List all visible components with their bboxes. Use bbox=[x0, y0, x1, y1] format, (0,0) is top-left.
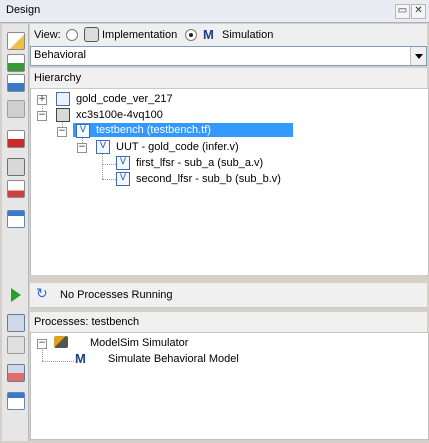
tree-item-project[interactable]: + gold_code_ver_217 bbox=[31, 91, 427, 107]
modelsim-m-icon: M bbox=[75, 351, 86, 366]
view-label: View: bbox=[34, 29, 61, 41]
collapse-icon[interactable]: − bbox=[37, 111, 47, 121]
expand-icon[interactable]: + bbox=[37, 95, 47, 105]
verilog-file-icon: V bbox=[96, 140, 110, 154]
refresh-icon: ↻ bbox=[36, 285, 48, 301]
view-html-icon[interactable] bbox=[7, 180, 25, 198]
close-icon[interactable]: ✕ bbox=[411, 4, 426, 19]
simulation-label[interactable]: Simulation bbox=[222, 29, 273, 41]
hierarchy-view-icon[interactable] bbox=[7, 100, 25, 118]
tree-item-label: xc3s100e-4vq100 bbox=[76, 109, 163, 121]
processes-header: Processes: testbench bbox=[30, 312, 427, 333]
run-icon[interactable] bbox=[11, 288, 21, 302]
panel-layout-icon[interactable] bbox=[7, 210, 25, 228]
stop-process-icon[interactable] bbox=[7, 364, 25, 382]
processes-title: Processes: testbench bbox=[34, 316, 140, 328]
simulation-radio[interactable] bbox=[185, 29, 197, 41]
verilog-file-icon: V bbox=[76, 124, 90, 138]
float-panel-icon[interactable]: ▭ bbox=[395, 4, 410, 19]
design-view-dropdown[interactable]: Behavioral bbox=[30, 46, 427, 66]
remove-source-icon[interactable] bbox=[7, 130, 25, 148]
rerun-icon[interactable] bbox=[7, 336, 25, 354]
panel-title-bar: Design ▭ ✕ bbox=[0, 0, 429, 23]
verilog-file-icon: V bbox=[116, 172, 130, 186]
process-status-text: No Processes Running bbox=[60, 289, 173, 301]
tree-item-first-lfsr[interactable]: V first_lfsr - sub_a (sub_a.v) bbox=[31, 155, 427, 171]
hierarchy-header: Hierarchy bbox=[30, 68, 427, 89]
modelsim-m-icon: M bbox=[203, 27, 214, 42]
tree-item-label: second_lfsr - sub_b (sub_b.v) bbox=[136, 173, 281, 185]
verilog-file-icon: V bbox=[116, 156, 130, 170]
process-item-modelsim[interactable]: − ModelSim Simulator bbox=[31, 335, 427, 351]
dropdown-button[interactable] bbox=[410, 47, 426, 65]
pane-splitter[interactable] bbox=[30, 275, 427, 281]
hierarchy-tree: + gold_code_ver_217 − xc3s100e-4vq100 − … bbox=[30, 89, 429, 276]
modelsim-tool-icon bbox=[54, 336, 68, 348]
tree-item-testbench[interactable]: − V testbench (testbench.tf) bbox=[31, 123, 427, 139]
hierarchy-title: Hierarchy bbox=[34, 72, 82, 84]
tree-item-uut[interactable]: − V UUT - gold_code (infer.v) bbox=[31, 139, 427, 155]
add-source-icon[interactable] bbox=[7, 54, 25, 72]
chevron-down-icon bbox=[415, 54, 423, 59]
tree-item-device[interactable]: − xc3s100e-4vq100 bbox=[31, 107, 427, 123]
add-copy-icon[interactable] bbox=[7, 74, 25, 92]
process-status-bar: ↻ No Processes Running bbox=[30, 283, 427, 308]
collapse-icon[interactable]: − bbox=[57, 127, 67, 137]
left-toolbar bbox=[2, 24, 29, 441]
process-item-label: Simulate Behavioral Model bbox=[108, 353, 239, 365]
implementation-label[interactable]: Implementation bbox=[102, 29, 177, 41]
collapse-icon[interactable]: − bbox=[37, 339, 47, 349]
process-item-label: ModelSim Simulator bbox=[90, 337, 189, 349]
project-icon bbox=[56, 92, 70, 106]
new-source-icon[interactable] bbox=[7, 32, 25, 50]
panel-title: Design bbox=[6, 4, 41, 16]
process-hierarchy-icon[interactable] bbox=[7, 314, 25, 332]
implementation-radio[interactable] bbox=[66, 29, 78, 41]
collapse-icon[interactable]: − bbox=[77, 143, 87, 153]
process-item-simulate[interactable]: M Simulate Behavioral Model bbox=[31, 351, 427, 367]
dropdown-value: Behavioral bbox=[34, 49, 86, 61]
tree-item-label: UUT - gold_code (infer.v) bbox=[116, 141, 239, 153]
view-selector-row: View: Implementation M Simulation bbox=[30, 24, 427, 46]
tree-item-label: testbench (testbench.tf) bbox=[96, 124, 211, 136]
chip-icon bbox=[56, 108, 70, 122]
processes-tree: − ModelSim Simulator M Simulate Behavior… bbox=[30, 333, 429, 440]
process-layout-icon[interactable] bbox=[7, 392, 25, 410]
tree-item-label: gold_code_ver_217 bbox=[76, 93, 173, 105]
properties-icon[interactable] bbox=[7, 158, 25, 176]
tree-item-label: first_lfsr - sub_a (sub_a.v) bbox=[136, 157, 264, 169]
implementation-chip-icon bbox=[84, 27, 99, 42]
tree-item-second-lfsr[interactable]: V second_lfsr - sub_b (sub_b.v) bbox=[31, 171, 427, 187]
